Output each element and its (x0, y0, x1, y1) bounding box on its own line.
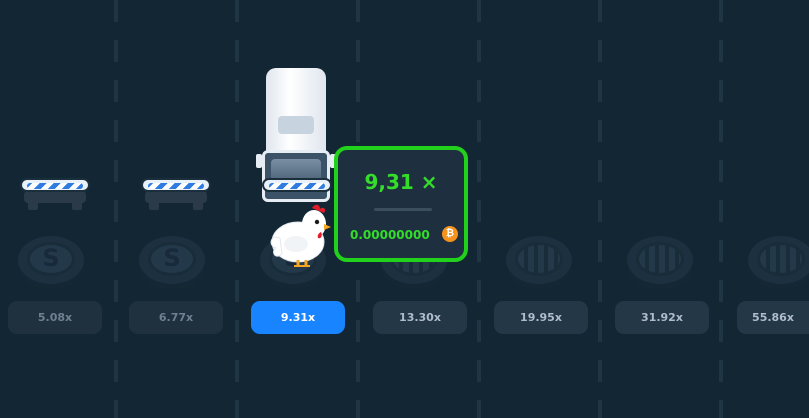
multiplier-chip[interactable]: 31.92x (615, 301, 709, 334)
lane-divider (114, 0, 118, 418)
bitcoin-icon: ₿ (442, 226, 458, 242)
manhole-icon: S (18, 236, 84, 284)
manhole-icon[interactable] (748, 236, 809, 284)
popup-divider (374, 208, 432, 211)
lane-divider (477, 0, 481, 418)
manhole-icon: S (139, 236, 205, 284)
multiplier-chip: 5.08x (8, 301, 102, 334)
barrier-icon (141, 178, 211, 212)
multiplier-chip: 6.77x (129, 301, 223, 334)
lane-divider (598, 0, 602, 418)
multiplier-chip-active: 9.31x (251, 301, 345, 334)
manhole-icon[interactable] (627, 236, 693, 284)
manhole-symbol: S (27, 242, 75, 276)
multiplier-chip[interactable]: 13.30x (373, 301, 467, 334)
multiplier-chip[interactable]: 19.95x (494, 301, 588, 334)
lane-divider (719, 0, 723, 418)
manhole-symbol: S (148, 242, 196, 276)
popup-multiplier: 9,31 × (364, 170, 438, 194)
barrier-icon (20, 178, 90, 212)
manhole-icon[interactable] (506, 236, 572, 284)
popup-amount: 0.00000000 (350, 228, 430, 242)
multiplier-chip[interactable]: 55.86x (737, 301, 809, 334)
win-popup: 9,31 × 0.00000000 ₿ (334, 146, 468, 262)
chicken-icon (266, 202, 334, 270)
lane-divider (235, 0, 239, 418)
